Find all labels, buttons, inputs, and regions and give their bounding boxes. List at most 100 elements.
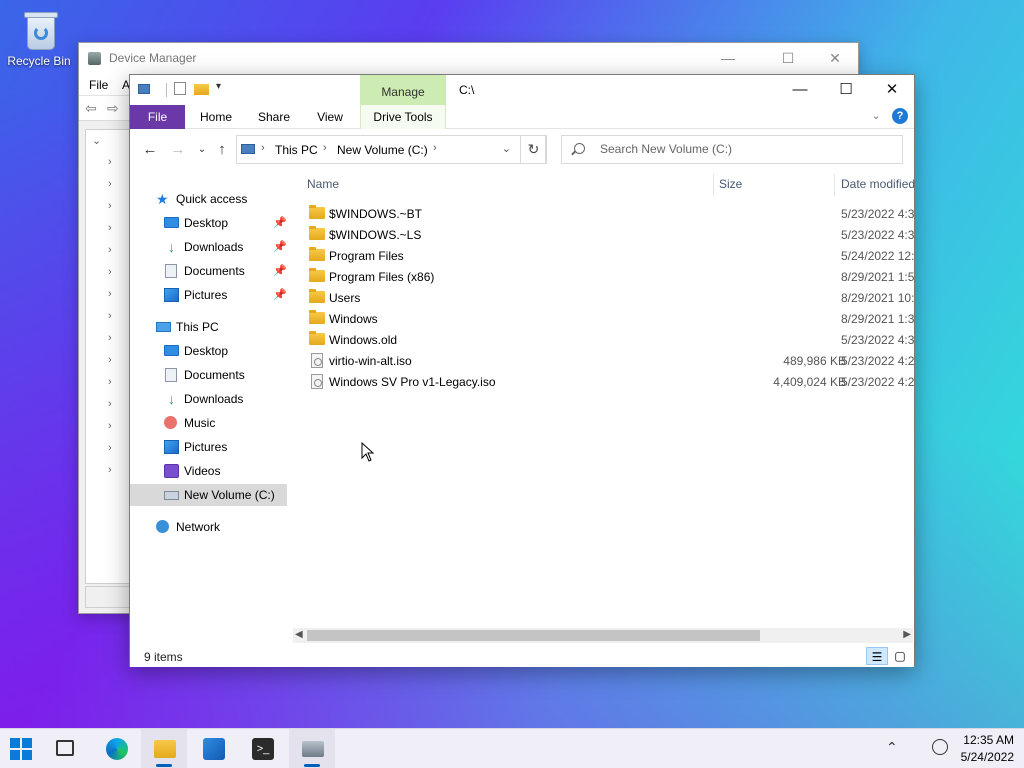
dm-tree-expander-icon[interactable]: ⌄ bbox=[92, 134, 101, 147]
scroll-left-arrow-icon[interactable]: ◀ bbox=[295, 629, 303, 640]
clock[interactable]: 12:35 AM 5/24/2022 bbox=[960, 732, 1014, 766]
pin-icon[interactable]: 📌 bbox=[273, 288, 287, 301]
file-explorer-taskbar-button[interactable] bbox=[141, 729, 187, 768]
pin-icon[interactable]: 📌 bbox=[273, 264, 287, 277]
address-bar[interactable]: › This PC › New Volume (C:) › ⌄ bbox=[236, 135, 546, 164]
dm-tree-chevron-icon[interactable]: › bbox=[108, 376, 112, 388]
dm-menu-file[interactable]: File bbox=[89, 78, 108, 92]
dm-tree-chevron-icon[interactable]: › bbox=[108, 244, 112, 256]
horizontal-scrollbar[interactable]: ◀ ▶ bbox=[293, 628, 913, 643]
dm-tree-chevron-icon[interactable]: › bbox=[108, 310, 112, 322]
tab-share[interactable]: Share bbox=[250, 105, 298, 129]
maximize-icon[interactable]: ☐ bbox=[823, 77, 869, 103]
task-view-button[interactable] bbox=[42, 729, 88, 768]
file-row[interactable]: $WINDOWS.~LS 5/23/2022 4:30 bbox=[293, 224, 914, 245]
recent-locations-chevron-icon[interactable]: ⌄ bbox=[194, 142, 210, 158]
dm-tree-chevron-icon[interactable]: › bbox=[108, 420, 112, 432]
nav-pc-downloads[interactable]: ↓ Downloads bbox=[130, 388, 287, 410]
dm-tree-chevron-icon[interactable]: › bbox=[108, 464, 112, 476]
dm-tree-chevron-icon[interactable]: › bbox=[108, 222, 112, 234]
recycle-bin-shortcut[interactable]: Recycle Bin bbox=[6, 8, 72, 68]
file-row[interactable]: $WINDOWS.~BT 5/23/2022 4:30 bbox=[293, 203, 914, 224]
nav-pc-music[interactable]: Music bbox=[130, 412, 287, 434]
start-button[interactable] bbox=[0, 729, 46, 768]
file-explorer-window[interactable]: ▾ Manage C:\ — ☐ ✕ File Home Share View … bbox=[129, 74, 915, 667]
manage-context-tab[interactable]: Manage bbox=[360, 75, 446, 105]
file-row[interactable]: Users 8/29/2021 10:0 bbox=[293, 287, 914, 308]
breadcrumb-new-volume[interactable]: New Volume (C:) bbox=[337, 143, 428, 157]
large-icons-view-icon[interactable]: ▢ bbox=[889, 647, 911, 665]
new-folder-qat-icon[interactable] bbox=[194, 84, 209, 95]
nav-pc-desktop[interactable]: Desktop bbox=[130, 340, 287, 362]
file-row[interactable]: Windows.old 5/23/2022 4:30 bbox=[293, 329, 914, 350]
close-icon[interactable]: ✕ bbox=[869, 77, 915, 103]
nav-quick-desktop[interactable]: Desktop 📌 bbox=[130, 212, 287, 234]
search-box[interactable] bbox=[561, 135, 903, 164]
navigation-pane[interactable]: ★ Quick access Desktop 📌 ↓ Downloads 📌 D… bbox=[130, 172, 290, 637]
address-dropdown-chevron-icon[interactable]: ⌄ bbox=[502, 142, 511, 155]
nav-pc-videos[interactable]: Videos bbox=[130, 460, 287, 482]
horizontal-scroll-thumb[interactable] bbox=[307, 630, 760, 641]
help-icon[interactable]: ? bbox=[892, 108, 908, 124]
nav-quick-downloads[interactable]: ↓ Downloads 📌 bbox=[130, 236, 287, 258]
tab-drive-tools[interactable]: Drive Tools bbox=[360, 105, 446, 129]
dm-back-arrow-icon[interactable]: ⇦ bbox=[85, 101, 101, 115]
dm-tree-chevron-icon[interactable]: › bbox=[108, 288, 112, 300]
device-manager-titlebar[interactable]: Device Manager — ☐ ✕ bbox=[79, 43, 858, 74]
edge-taskbar-button[interactable] bbox=[93, 729, 139, 768]
dm-tree-chevron-icon[interactable]: › bbox=[108, 398, 112, 410]
nav-pc-pictures[interactable]: Pictures bbox=[130, 436, 287, 458]
nav-quick-access[interactable]: ★ Quick access bbox=[130, 188, 287, 210]
breadcrumb-chevron-icon[interactable]: › bbox=[261, 142, 265, 154]
breadcrumb-this-pc[interactable]: This PC bbox=[275, 143, 318, 157]
file-row[interactable]: Program Files (x86) 8/29/2021 1:55 bbox=[293, 266, 914, 287]
file-row[interactable]: Program Files 5/24/2022 12:3 bbox=[293, 245, 914, 266]
column-header-size[interactable]: Size bbox=[719, 172, 829, 196]
tab-file[interactable]: File bbox=[130, 105, 185, 129]
device-manager-maximize-icon[interactable]: ☐ bbox=[773, 49, 803, 69]
customize-qat-icon[interactable]: ▾ bbox=[216, 81, 221, 92]
dm-tree-chevron-icon[interactable]: › bbox=[108, 178, 112, 190]
pin-icon[interactable]: 📌 bbox=[273, 240, 287, 253]
dm-tree-chevron-icon[interactable]: › bbox=[108, 200, 112, 212]
nav-quick-pictures[interactable]: Pictures 📌 bbox=[130, 284, 287, 306]
dm-tree-chevron-icon[interactable]: › bbox=[108, 442, 112, 454]
breadcrumb-chevron-icon[interactable]: › bbox=[433, 142, 437, 154]
device-manager-taskbar-button[interactable] bbox=[289, 729, 335, 768]
back-arrow-icon[interactable]: ← bbox=[142, 142, 158, 158]
dm-tree-chevron-icon[interactable]: › bbox=[108, 332, 112, 344]
nav-quick-documents[interactable]: Documents 📌 bbox=[130, 260, 287, 282]
scroll-right-arrow-icon[interactable]: ▶ bbox=[903, 629, 911, 640]
nav-this-pc[interactable]: This PC bbox=[130, 316, 287, 338]
details-view-icon[interactable]: ☰ bbox=[866, 647, 888, 665]
properties-qat-icon[interactable] bbox=[174, 82, 186, 95]
expand-ribbon-chevron-icon[interactable]: ⌄ bbox=[871, 109, 880, 122]
tab-view[interactable]: View bbox=[308, 105, 352, 129]
dm-tree-chevron-icon[interactable]: › bbox=[108, 266, 112, 278]
refresh-icon[interactable]: ↻ bbox=[520, 135, 547, 164]
search-input[interactable] bbox=[600, 142, 890, 156]
nav-network[interactable]: Network bbox=[130, 516, 287, 538]
device-manager-close-icon[interactable]: ✕ bbox=[820, 49, 850, 69]
nav-pc-documents[interactable]: Documents bbox=[130, 364, 287, 386]
column-header-date-modified[interactable]: Date modified bbox=[841, 172, 914, 196]
column-divider[interactable] bbox=[713, 174, 714, 196]
device-manager-minimize-icon[interactable]: — bbox=[713, 49, 743, 69]
terminal-taskbar-button[interactable]: >_ bbox=[239, 729, 285, 768]
media-taskbar-button[interactable] bbox=[190, 729, 236, 768]
pin-icon[interactable]: 📌 bbox=[273, 216, 287, 229]
dm-forward-arrow-icon[interactable]: ⇨ bbox=[107, 101, 123, 115]
forward-arrow-icon[interactable]: → bbox=[170, 142, 186, 158]
up-arrow-icon[interactable]: ↑ bbox=[214, 142, 230, 158]
device-manager-tree[interactable]: ⌄ › › › › › › › › › › › › › › › bbox=[85, 129, 135, 584]
file-list-pane[interactable]: ⌃ Name Size Date modified $WINDOWS.~BT 5… bbox=[293, 172, 914, 632]
dm-tree-chevron-icon[interactable]: › bbox=[108, 354, 112, 366]
file-row[interactable]: virtio-win-alt.iso 489,986 KB 5/23/2022 … bbox=[293, 350, 914, 371]
explorer-titlebar[interactable]: ▾ Manage C:\ — ☐ ✕ bbox=[130, 75, 914, 105]
dm-tree-chevron-icon[interactable]: › bbox=[108, 156, 112, 168]
breadcrumb-chevron-icon[interactable]: › bbox=[323, 142, 327, 154]
nav-pc-new-volume[interactable]: New Volume (C:) bbox=[130, 484, 287, 506]
minimize-icon[interactable]: — bbox=[777, 77, 823, 103]
file-row[interactable]: Windows 8/29/2021 1:34 bbox=[293, 308, 914, 329]
file-row[interactable]: Windows SV Pro v1-Legacy.iso 4,409,024 K… bbox=[293, 371, 914, 392]
